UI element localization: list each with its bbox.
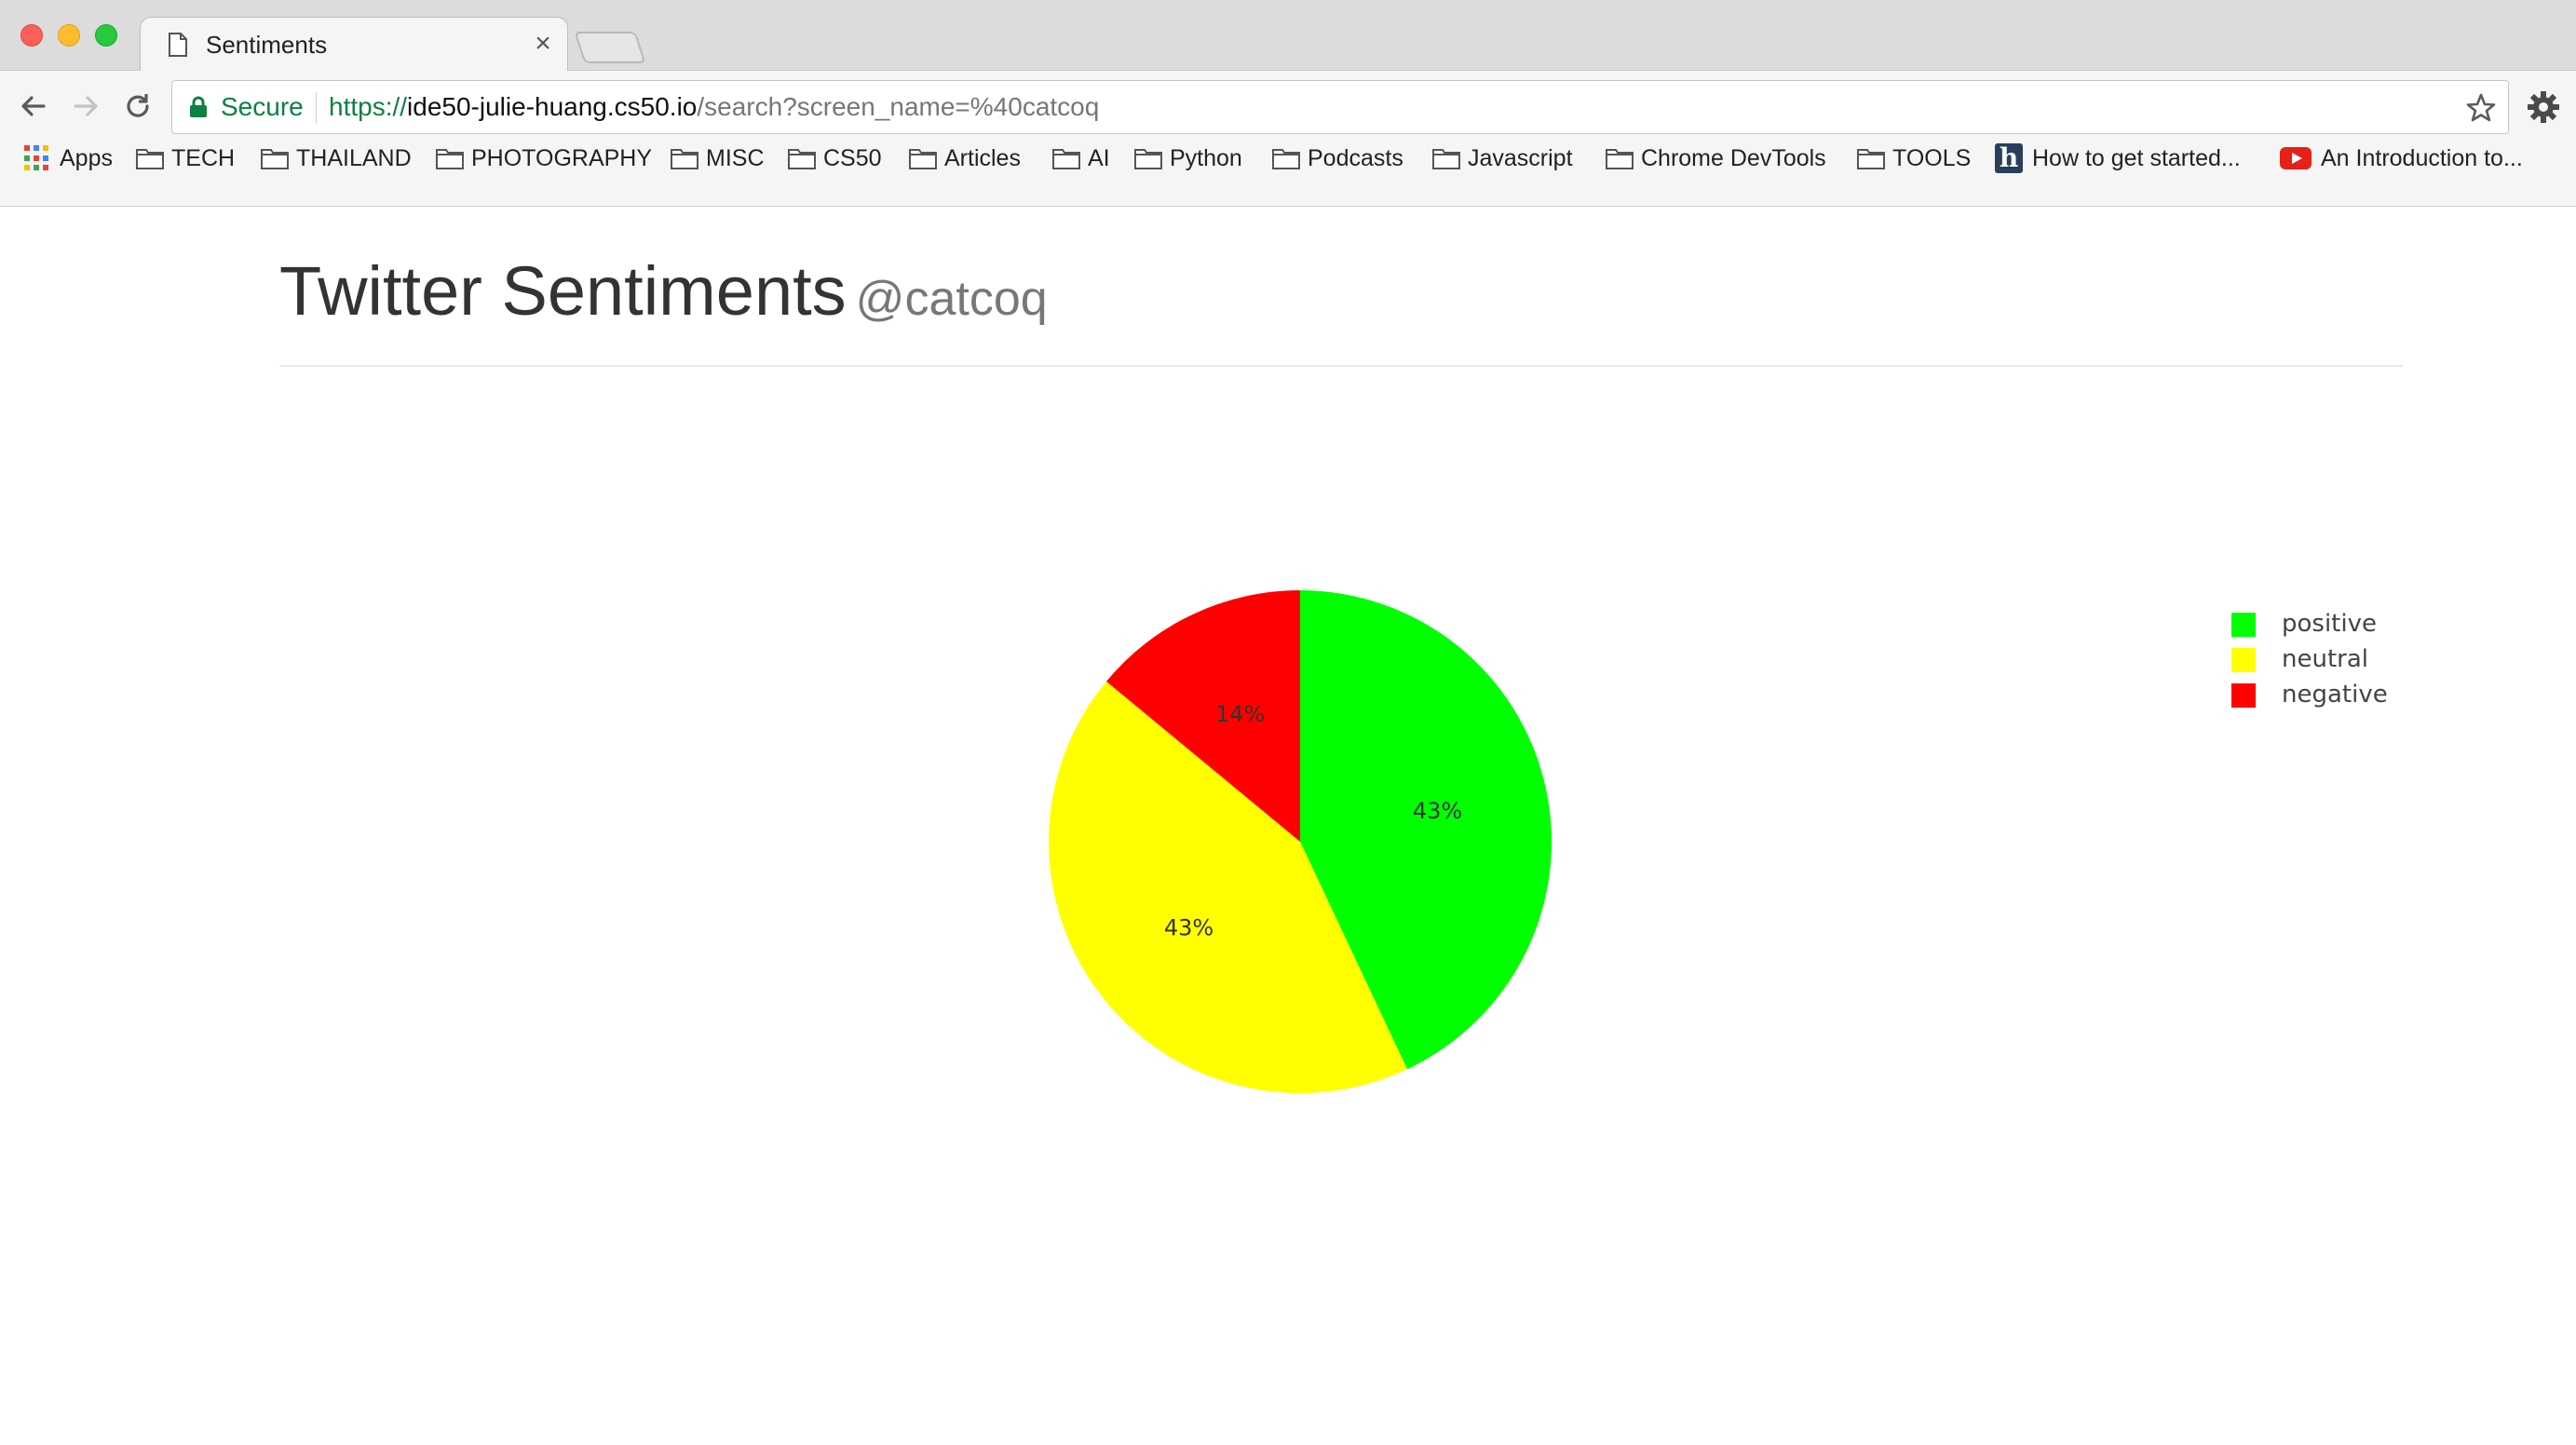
legend-swatch xyxy=(2231,648,2256,672)
bookmark-folder-javascript[interactable]: Javascript xyxy=(1432,140,1573,177)
folder-icon xyxy=(1857,149,1885,169)
window-close-button[interactable] xyxy=(20,24,43,47)
folder-icon xyxy=(909,149,937,169)
bookmark-label: AI xyxy=(1088,144,1110,171)
bookmark-folder-tools[interactable]: TOOLS xyxy=(1857,140,1971,177)
bookmark-folder-python[interactable]: Python xyxy=(1134,140,1242,177)
bookmark-star-icon[interactable] xyxy=(2465,92,2497,124)
address-bar[interactable]: Secure https://ide50-julie-huang.cs50.io… xyxy=(171,80,2509,134)
folder-icon xyxy=(1272,149,1300,169)
back-button[interactable] xyxy=(15,88,52,125)
bookmark-label: Podcasts xyxy=(1308,144,1403,171)
bookmark-label: Chrome DevTools xyxy=(1641,144,1826,171)
window-minimize-button[interactable] xyxy=(58,24,80,47)
page-header: Twitter Sentiments @catcoq xyxy=(279,251,2403,367)
lock-icon xyxy=(190,96,207,117)
arrow-left-icon xyxy=(21,96,46,116)
folder-icon xyxy=(436,149,464,169)
bookmark-label: Articles xyxy=(944,144,1021,171)
bookmark-folder-ai[interactable]: AI xyxy=(1052,140,1110,177)
chart-legend: positive neutral negative xyxy=(2228,603,2414,709)
bookmark-label: Python xyxy=(1170,144,1242,171)
legend-label: positive xyxy=(2282,610,2377,638)
legend-label: negative xyxy=(2282,681,2388,709)
secure-label: Secure xyxy=(221,92,304,121)
folder-icon xyxy=(788,149,816,169)
folder-icon xyxy=(1052,149,1080,169)
bookmark-an-introduction[interactable]: An Introduction to... xyxy=(2280,140,2523,177)
bookmark-folder-podcasts[interactable]: Podcasts xyxy=(1272,140,1403,177)
bookmark-label: Apps xyxy=(60,144,113,171)
pie-chart-svg: 43% 43% 14% xyxy=(1048,590,1552,1093)
sentiment-pie-chart: 43% 43% 14% positive neutral negative xyxy=(0,484,2576,1173)
page-subtitle: @catcoq xyxy=(855,272,1048,326)
bookmark-label: THAILAND xyxy=(296,144,412,171)
reload-button[interactable] xyxy=(119,88,156,125)
tab-title: Sentiments xyxy=(206,31,328,59)
folder-icon xyxy=(136,149,164,169)
bookmark-folder-misc[interactable]: MISC xyxy=(671,140,765,177)
bookmark-label: TOOLS xyxy=(1892,144,1972,171)
arrow-right-icon xyxy=(74,96,98,116)
folder-icon xyxy=(1432,149,1460,169)
bookmarks-bar: Apps TECH THAILAND PHOTOGRAPHY MISC CS50… xyxy=(0,134,2576,182)
legend-swatch xyxy=(2231,683,2256,708)
browser-titlebar: Sentiments × xyxy=(0,0,2576,73)
legend-item-negative[interactable]: negative xyxy=(2228,674,2414,709)
url-scheme: https:// xyxy=(329,92,408,121)
legend-label: neutral xyxy=(2282,645,2368,673)
bookmark-how-to-get-started[interactable]: h How to get started... xyxy=(1995,140,2241,177)
bookmark-label: MISC xyxy=(706,144,765,171)
pie-label-positive: 43% xyxy=(1413,798,1462,824)
page-icon xyxy=(169,33,187,57)
settings-gear-icon[interactable] xyxy=(2526,89,2561,125)
bookmark-folder-articles[interactable]: Articles xyxy=(909,140,1021,177)
legend-item-neutral[interactable]: neutral xyxy=(2228,639,2414,674)
legend-item-positive[interactable]: positive xyxy=(2228,603,2414,639)
new-tab-button[interactable] xyxy=(574,32,646,63)
url-path: /search?screen_name=%40catcoq xyxy=(697,92,1100,121)
folder-icon xyxy=(671,149,698,169)
bookmark-folder-cs50[interactable]: CS50 xyxy=(788,140,882,177)
pie-label-negative: 14% xyxy=(1215,701,1265,727)
bookmark-folder-tech[interactable]: TECH xyxy=(136,140,235,177)
legend-swatch xyxy=(2231,613,2256,637)
bookmark-apps[interactable]: Apps xyxy=(24,140,113,177)
folder-icon xyxy=(1606,149,1634,169)
folder-icon xyxy=(261,149,289,169)
bookmark-label: An Introduction to... xyxy=(2321,144,2523,171)
browser-tab-active[interactable]: Sentiments × xyxy=(140,17,568,73)
reload-icon xyxy=(127,94,149,117)
folder-icon xyxy=(1134,149,1162,169)
bookmark-folder-chrome-devtools[interactable]: Chrome DevTools xyxy=(1606,140,1826,177)
page-title-text: Twitter Sentiments xyxy=(279,252,847,330)
bookmark-label: How to get started... xyxy=(2032,144,2241,171)
pie-label-neutral: 43% xyxy=(1164,915,1213,941)
bookmark-label: TECH xyxy=(171,144,236,171)
youtube-icon xyxy=(2280,147,2312,169)
bookmark-folder-photography[interactable]: PHOTOGRAPHY xyxy=(436,140,652,177)
url-host: ide50-julie-huang.cs50.io xyxy=(407,92,698,121)
bookmark-folder-thailand[interactable]: THAILAND xyxy=(261,140,412,177)
url-text[interactable]: https://ide50-julie-huang.cs50.io/search… xyxy=(329,92,1099,122)
page-title: Twitter Sentiments @catcoq xyxy=(279,251,1048,331)
url-divider xyxy=(316,92,317,124)
bookmark-label: PHOTOGRAPHY xyxy=(471,144,653,171)
forward-button[interactable] xyxy=(67,88,104,125)
bookmark-label: Javascript xyxy=(1468,144,1573,171)
window-maximize-button[interactable] xyxy=(95,24,117,47)
apps-grid-icon xyxy=(24,145,50,171)
bookmark-label: CS50 xyxy=(823,144,882,171)
hashnode-icon: h xyxy=(1995,143,2023,173)
browser-toolbar: Secure https://ide50-julie-huang.cs50.io… xyxy=(0,71,2576,207)
tab-close-icon[interactable]: × xyxy=(528,27,558,61)
